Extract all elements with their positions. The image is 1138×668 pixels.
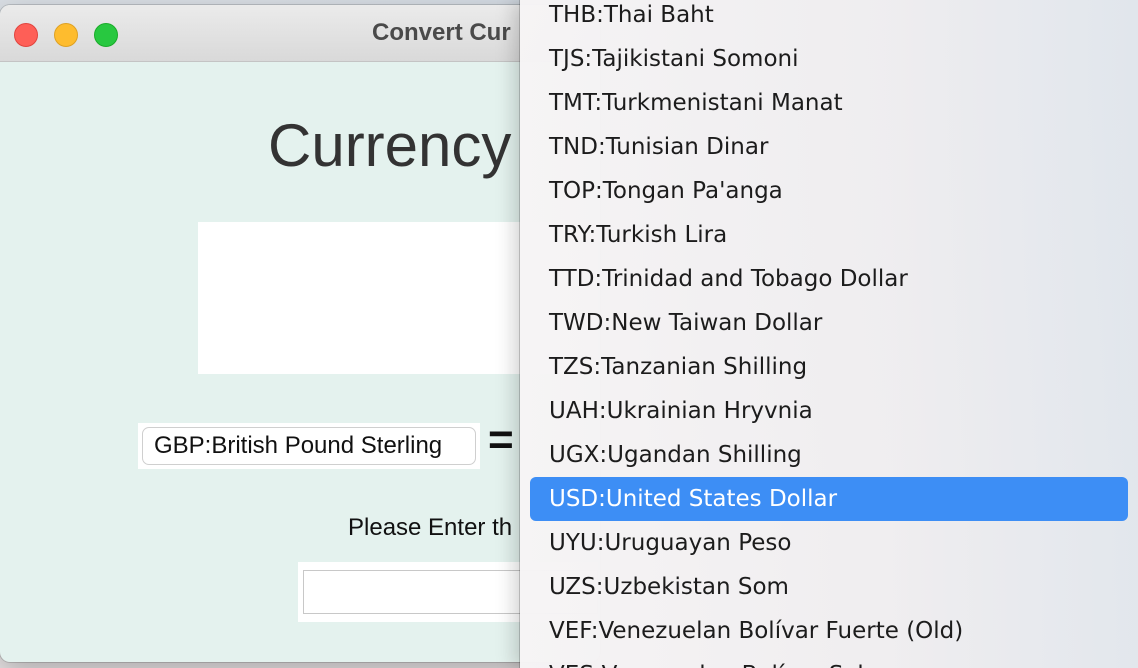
- menu-item-tmt[interactable]: TMT:Turkmenistani Manat: [530, 81, 1128, 125]
- menu-item-tjs[interactable]: TJS:Tajikistani Somoni: [530, 37, 1128, 81]
- minimize-window-button[interactable]: [54, 23, 78, 47]
- amount-prompt-label: Please Enter th: [348, 514, 513, 541]
- menu-item-tnd[interactable]: TND:Tunisian Dinar: [530, 125, 1128, 169]
- menu-item-vef[interactable]: VEF:Venezuelan Bolívar Fuerte (Old): [530, 609, 1128, 653]
- from-currency-select[interactable]: GBP:British Pound Sterling: [142, 427, 476, 465]
- menu-item-uzs[interactable]: UZS:Uzbekistan Som: [530, 565, 1128, 609]
- close-window-button[interactable]: [14, 23, 38, 47]
- menu-item-ugx[interactable]: UGX:Ugandan Shilling: [530, 433, 1128, 477]
- menu-item-twd[interactable]: TWD:New Taiwan Dollar: [530, 301, 1128, 345]
- zoom-window-button[interactable]: [94, 23, 118, 47]
- window-title: Convert Cur: [372, 19, 511, 46]
- from-currency-container: GBP:British Pound Sterling: [138, 423, 480, 469]
- menu-item-top[interactable]: TOP:Tongan Pa'anga: [530, 169, 1128, 213]
- menu-item-ttd[interactable]: TTD:Trinidad and Tobago Dollar: [530, 257, 1128, 301]
- menu-item-ves[interactable]: VES:Venezuelan Bolívar Sob: [530, 653, 1128, 668]
- menu-item-tzs[interactable]: TZS:Tanzanian Shilling: [530, 345, 1128, 389]
- to-currency-dropdown-menu: THB:Thai Baht TJS:Tajikistani Somoni TMT:T…: [520, 0, 1138, 668]
- equals-sign: =: [488, 415, 514, 464]
- menu-item-try[interactable]: TRY:Turkish Lira: [530, 213, 1128, 257]
- app-heading: Currency: [268, 112, 512, 179]
- menu-item-thb[interactable]: THB:Thai Baht: [530, 0, 1128, 37]
- menu-item-uah[interactable]: UAH:Ukrainian Hryvnia: [530, 389, 1128, 433]
- menu-item-usd[interactable]: USD:United States Dollar: [530, 477, 1128, 521]
- app-window: Convert Cur Currency GBP:British Pound S…: [0, 5, 600, 662]
- title-bar[interactable]: Convert Cur: [0, 5, 600, 62]
- menu-item-uyu[interactable]: UYU:Uruguayan Peso: [530, 521, 1128, 565]
